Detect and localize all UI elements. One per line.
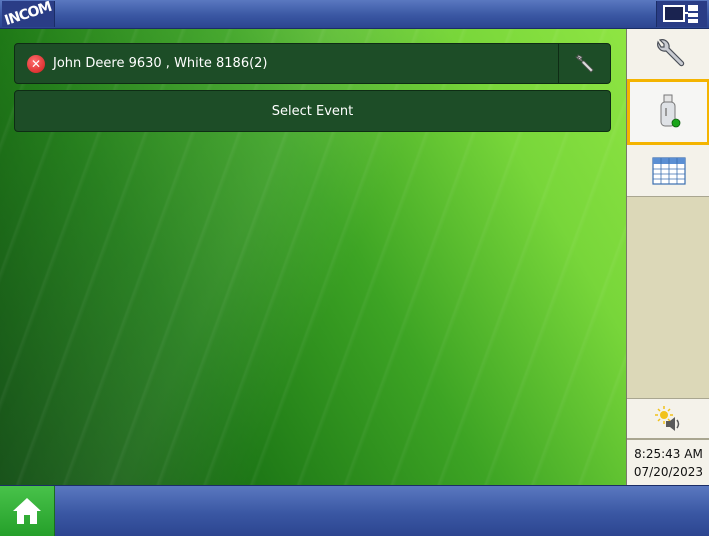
usb-button[interactable] <box>627 79 709 145</box>
screen-layout-icon <box>663 5 698 23</box>
wrench-icon <box>574 53 594 73</box>
home-button[interactable] <box>0 486 55 536</box>
logo: INCOM <box>2 0 55 30</box>
date-text: 07/20/2023 <box>633 465 704 479</box>
brightness-volume-icon <box>654 405 679 431</box>
error-icon: ✕ <box>27 54 45 73</box>
wrench-icon <box>656 38 684 66</box>
display-settings-button[interactable] <box>627 398 709 439</box>
time-text: 8:25:43 AM <box>634 447 703 461</box>
select-event-button[interactable]: Select Event <box>14 90 611 132</box>
usb-drive-icon <box>660 94 680 128</box>
home-icon <box>13 498 41 524</box>
logo-text: INCOM <box>2 0 54 30</box>
table-icon <box>651 156 686 185</box>
tools-button[interactable] <box>627 29 709 81</box>
data-button[interactable] <box>627 145 709 197</box>
right-sidebar: 8:25:43 AM 07/20/2023 <box>626 29 709 485</box>
clock: 8:25:43 AM 07/20/2023 <box>627 439 709 485</box>
configuration-bar[interactable]: ✕ John Deere 9630 , White 8186(2) <box>14 43 611 84</box>
configuration-label: John Deere 9630 , White 8186(2) <box>53 56 268 71</box>
main-area: ✕ John Deere 9630 , White 8186(2) Select… <box>0 29 626 485</box>
screen-layout-button[interactable] <box>656 1 707 27</box>
bottom-bar <box>0 485 709 536</box>
configuration-settings-button[interactable] <box>558 43 610 84</box>
top-bar: INCOM <box>0 0 709 29</box>
